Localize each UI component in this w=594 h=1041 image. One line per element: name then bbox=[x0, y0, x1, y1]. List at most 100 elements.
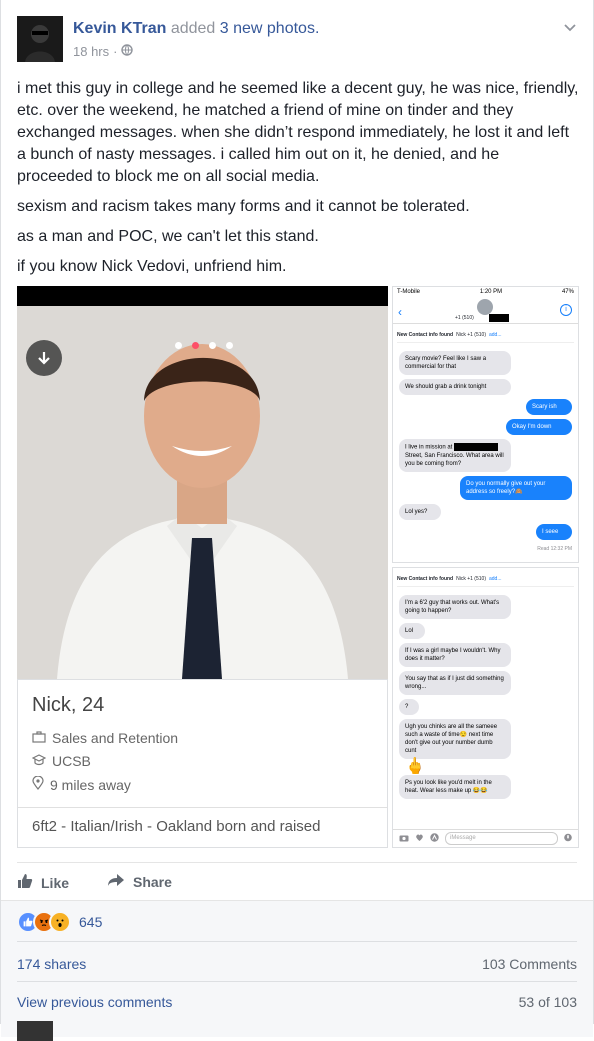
microphone-icon[interactable] bbox=[564, 833, 572, 844]
engagement-section: 645 174 shares 103 Comments View previou… bbox=[1, 900, 593, 1041]
commenter-avatar[interactable] bbox=[17, 1021, 53, 1041]
location-pin-icon bbox=[32, 775, 44, 793]
contact-avatar-icon bbox=[477, 299, 493, 315]
message-bubble-in: Ps you look like you'd melt in the heat.… bbox=[399, 775, 511, 799]
shares-link[interactable]: 174 shares bbox=[17, 956, 86, 972]
back-chevron-icon[interactable]: ‹ bbox=[398, 305, 402, 319]
contact-banner-title: New Contact info found bbox=[397, 576, 454, 582]
imessage-field[interactable]: iMessage bbox=[445, 832, 558, 845]
message-bubble-in: Lol yes? bbox=[399, 503, 441, 520]
thumbs-up-icon bbox=[17, 873, 33, 892]
message-bubble-in: ? bbox=[399, 699, 419, 715]
message-bubble-out: Okay I'm down bbox=[506, 419, 572, 435]
post-card: Kevin KTran added 3 new photos. 18 hrs ·… bbox=[0, 0, 594, 1041]
profile-photo bbox=[17, 306, 388, 679]
share-button[interactable]: Share bbox=[107, 873, 172, 890]
ios-nav-bar: ‹ +1 (510) i bbox=[393, 297, 578, 324]
profile-job: Sales and Retention bbox=[32, 730, 178, 746]
contact-banner-title: New Contact info found bbox=[397, 332, 454, 338]
contact-info-banner: New Contact info found Nick +1 (510) add… bbox=[397, 572, 574, 587]
pager-dot-active[interactable] bbox=[192, 342, 199, 349]
profile-school-label: UCSB bbox=[52, 753, 91, 769]
battery-label: 47% bbox=[561, 289, 574, 295]
message-bubble-in: Lol bbox=[399, 623, 425, 639]
comments-count-link[interactable]: 103 Comments bbox=[482, 956, 577, 972]
post-actions: Like Share bbox=[17, 862, 577, 899]
contact-add-link: add... bbox=[488, 576, 502, 582]
profile-bio: 6ft2 - Italian/Irish - Oakland born and … bbox=[18, 807, 387, 845]
digital-touch-icon[interactable] bbox=[415, 833, 424, 844]
pager-dot[interactable] bbox=[226, 342, 233, 349]
post-paragraph: if you know Nick Vedovi, unfriend him. bbox=[17, 258, 287, 275]
like-button[interactable]: Like bbox=[17, 873, 69, 892]
avatar[interactable] bbox=[17, 16, 63, 62]
photo-imessage-1[interactable]: T-Mobile 1:20 PM 47% ‹ +1 (510) i New Co… bbox=[392, 286, 579, 563]
message-bubble-in: Ugh you chinks are all the sameee such a… bbox=[399, 719, 511, 759]
message-bubble-in: We should grab a drink tonight bbox=[399, 379, 511, 395]
message-bubble-out: Scary ish bbox=[526, 399, 572, 415]
pager-dot[interactable] bbox=[175, 342, 182, 349]
message-bubble-in: If I was a girl maybe I wouldn't. Why do… bbox=[399, 643, 511, 667]
camera-icon[interactable] bbox=[399, 834, 409, 844]
profile-distance: 9 miles away bbox=[32, 775, 131, 793]
reactions-summary[interactable]: 645 bbox=[17, 911, 102, 933]
profile-job-label: Sales and Retention bbox=[52, 730, 179, 746]
profile-distance-label: 9 miles away bbox=[50, 776, 131, 793]
contact-banner-sub: Nick +1 (510) bbox=[456, 332, 486, 338]
message-bubble-out: Do you normally give out your address so… bbox=[460, 475, 572, 500]
post-meta: 18 hrs · bbox=[73, 44, 134, 59]
photo-imessage-2[interactable]: New Contact info found Nick +1 (510) add… bbox=[392, 567, 579, 848]
contact-number: +1 (510) bbox=[455, 315, 474, 321]
profile-school: UCSB bbox=[31, 753, 91, 769]
view-previous-comments-link[interactable]: View previous comments bbox=[17, 994, 172, 1010]
contact-add-link: add... bbox=[488, 332, 502, 338]
photo-grid: Nick, 24 Sales and Retention UCSB 9 mile… bbox=[17, 286, 579, 848]
photo-tinder-profile[interactable]: Nick, 24 Sales and Retention UCSB 9 mile… bbox=[17, 286, 388, 848]
redaction-bar bbox=[454, 443, 499, 451]
middle-finger-emoji: 🖕 bbox=[405, 758, 425, 775]
divider bbox=[17, 981, 577, 982]
share-arrow-icon bbox=[107, 873, 125, 890]
graduation-cap-icon bbox=[31, 753, 47, 769]
photos-link[interactable]: 3 new photos. bbox=[220, 20, 320, 37]
author-name[interactable]: Kevin KTran bbox=[73, 20, 166, 37]
action-text: added bbox=[170, 20, 216, 37]
ios-status-bar: T-Mobile 1:20 PM 47% bbox=[393, 287, 578, 297]
redaction-bar bbox=[489, 314, 509, 322]
contact-info-banner: New Contact info found Nick +1 (510) add… bbox=[397, 328, 574, 343]
message-bubble-in: You say that as if I just did something … bbox=[399, 671, 511, 695]
like-label: Like bbox=[41, 874, 70, 891]
divider bbox=[17, 941, 577, 942]
comment-page-count: 53 of 103 bbox=[518, 994, 577, 1010]
post-paragraph: i met this guy in college and he seemed … bbox=[17, 80, 579, 185]
message-bubble-out: I seee bbox=[536, 523, 572, 540]
message-bubble-in: I'm a 6'2 guy that works out. What's goi… bbox=[399, 595, 511, 619]
post-paragraph: sexism and racism takes many forms and i… bbox=[17, 198, 470, 215]
post-body: i met this guy in college and he seemed … bbox=[17, 78, 579, 286]
author-line: Kevin KTran added 3 new photos. bbox=[73, 20, 319, 38]
comment-preview bbox=[17, 1021, 577, 1041]
message-bubble-in: I live in mission at Street, San Francis… bbox=[399, 439, 511, 472]
carrier-label: T-Mobile bbox=[397, 289, 421, 295]
message-thread: I'm a 6'2 guy that works out. What's goi… bbox=[393, 589, 578, 805]
wow-reaction-icon bbox=[49, 911, 71, 933]
contact-banner-sub: Nick +1 (510) bbox=[456, 576, 486, 582]
globe-icon bbox=[121, 44, 134, 59]
arrow-down-icon bbox=[38, 352, 50, 365]
info-icon[interactable]: i bbox=[560, 304, 572, 316]
timestamp[interactable]: 18 hrs bbox=[73, 44, 109, 59]
app-store-icon[interactable] bbox=[430, 833, 439, 844]
clock-label: 1:20 PM bbox=[479, 289, 503, 295]
pager-dot[interactable] bbox=[209, 342, 216, 349]
briefcase-icon bbox=[32, 730, 46, 746]
message-bubble-in: Scary movie? Feel like I saw a commercia… bbox=[399, 351, 511, 375]
message-thread: Scary movie? Feel like I saw a commercia… bbox=[393, 345, 578, 546]
read-receipt: Read 12:32 PM bbox=[537, 545, 572, 552]
post-paragraph: as a man and POC, we can't let this stan… bbox=[17, 228, 319, 245]
chevron-down-icon[interactable] bbox=[563, 20, 577, 38]
imessage-input-bar: iMessage bbox=[393, 829, 578, 847]
post-header: Kevin KTran added 3 new photos. 18 hrs · bbox=[17, 14, 577, 64]
share-label: Share bbox=[133, 873, 172, 890]
photo-pager bbox=[175, 342, 233, 349]
download-button[interactable] bbox=[26, 340, 62, 376]
